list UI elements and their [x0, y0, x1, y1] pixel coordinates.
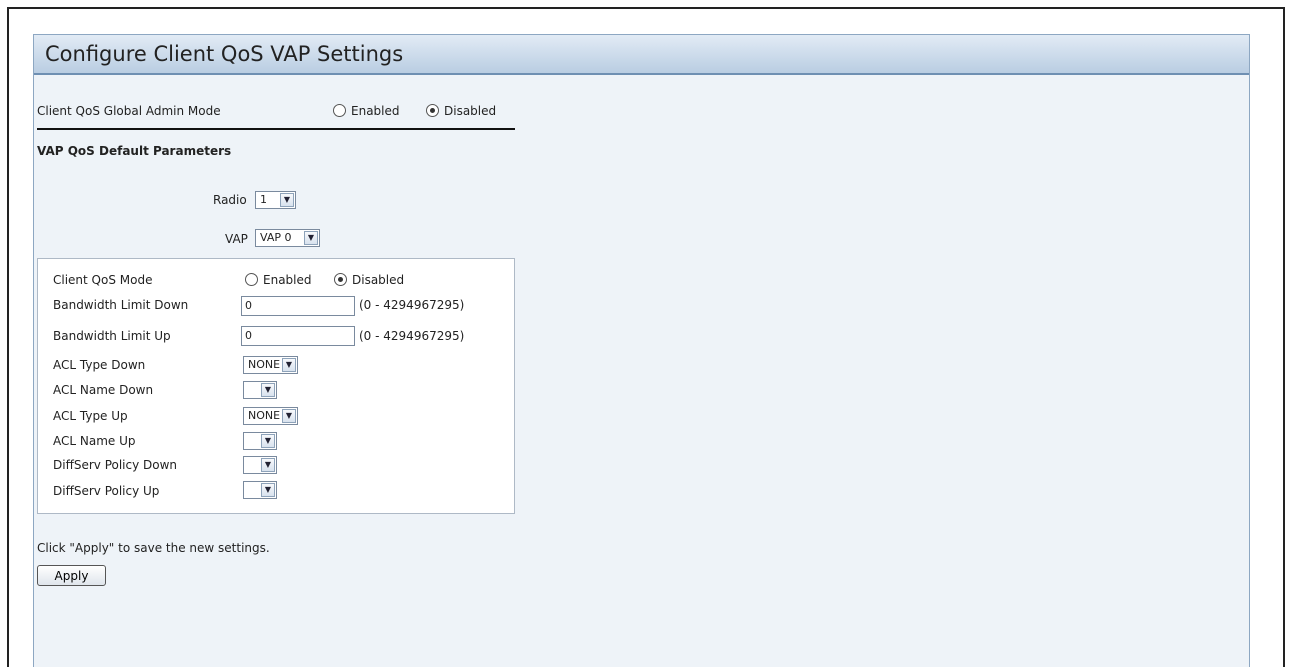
diffserv-down-label: DiffServ Policy Down	[53, 458, 178, 472]
bandwidth-down-range: (0 - 4294967295)	[359, 298, 465, 312]
global-admin-mode-label: Client QoS Global Admin Mode	[37, 104, 221, 118]
client-qos-enabled-label: Enabled	[263, 273, 312, 287]
section-title: VAP QoS Default Parameters	[37, 144, 232, 158]
chevron-down-icon[interactable]: ▼	[280, 193, 294, 207]
apply-hint: Click "Apply" to save the new settings.	[37, 541, 270, 555]
diffserv-up-select[interactable]: ▼	[243, 481, 277, 499]
panel-header: Configure Client QoS VAP Settings	[34, 35, 1249, 75]
acl-name-up-select[interactable]: ▼	[243, 432, 277, 450]
client-qos-disabled-option[interactable]: Disabled	[334, 273, 404, 287]
chevron-down-icon[interactable]: ▼	[304, 231, 318, 245]
radio-select-label: Radio	[213, 193, 247, 207]
vap-select-value: VAP 0	[260, 231, 292, 244]
global-enabled-option[interactable]: Enabled	[333, 104, 400, 118]
acl-type-down-select[interactable]: NONE ▼	[243, 356, 298, 374]
chevron-down-icon[interactable]: ▼	[261, 458, 275, 472]
client-qos-disabled-label: Disabled	[352, 273, 405, 287]
chevron-down-icon[interactable]: ▼	[282, 409, 296, 423]
global-disabled-radio[interactable]	[426, 104, 439, 117]
chevron-down-icon[interactable]: ▼	[282, 358, 296, 372]
vap-select[interactable]: VAP 0 ▼	[255, 229, 320, 247]
bandwidth-up-label: Bandwidth Limit Up	[53, 329, 171, 343]
page-title: Configure Client QoS VAP Settings	[45, 42, 404, 66]
vap-select-label: VAP	[225, 232, 248, 246]
apply-button[interactable]: Apply	[37, 565, 106, 586]
global-disabled-label: Disabled	[444, 104, 497, 118]
client-qos-enabled-option[interactable]: Enabled	[245, 273, 312, 287]
global-enabled-label: Enabled	[351, 104, 400, 118]
acl-name-up-label: ACL Name Up	[53, 434, 136, 448]
radio-select-value: 1	[260, 193, 267, 206]
chevron-down-icon[interactable]: ▼	[261, 383, 275, 397]
bandwidth-up-range: (0 - 4294967295)	[359, 329, 465, 343]
client-qos-disabled-radio[interactable]	[334, 273, 347, 286]
global-disabled-option[interactable]: Disabled	[426, 104, 496, 118]
acl-type-down-label: ACL Type Down	[53, 358, 146, 372]
diffserv-up-label: DiffServ Policy Up	[53, 484, 160, 498]
chevron-down-icon[interactable]: ▼	[261, 434, 275, 448]
global-enabled-radio[interactable]	[333, 104, 346, 117]
acl-type-up-select[interactable]: NONE ▼	[243, 407, 298, 425]
chevron-down-icon[interactable]: ▼	[261, 483, 275, 497]
bandwidth-down-label: Bandwidth Limit Down	[53, 298, 189, 312]
client-qos-enabled-radio[interactable]	[245, 273, 258, 286]
acl-type-down-value: NONE	[248, 358, 281, 371]
acl-type-up-label: ACL Type Up	[53, 409, 128, 423]
acl-name-down-select[interactable]: ▼	[243, 381, 277, 399]
acl-type-up-value: NONE	[248, 409, 281, 422]
bandwidth-down-input[interactable]: 0	[241, 296, 355, 316]
acl-name-down-label: ACL Name Down	[53, 383, 154, 397]
diffserv-down-select[interactable]: ▼	[243, 456, 277, 474]
bandwidth-up-input[interactable]: 0	[241, 326, 355, 346]
section-divider	[37, 128, 515, 130]
client-qos-mode-label: Client QoS Mode	[53, 273, 153, 287]
radio-select[interactable]: 1 ▼	[255, 191, 296, 209]
